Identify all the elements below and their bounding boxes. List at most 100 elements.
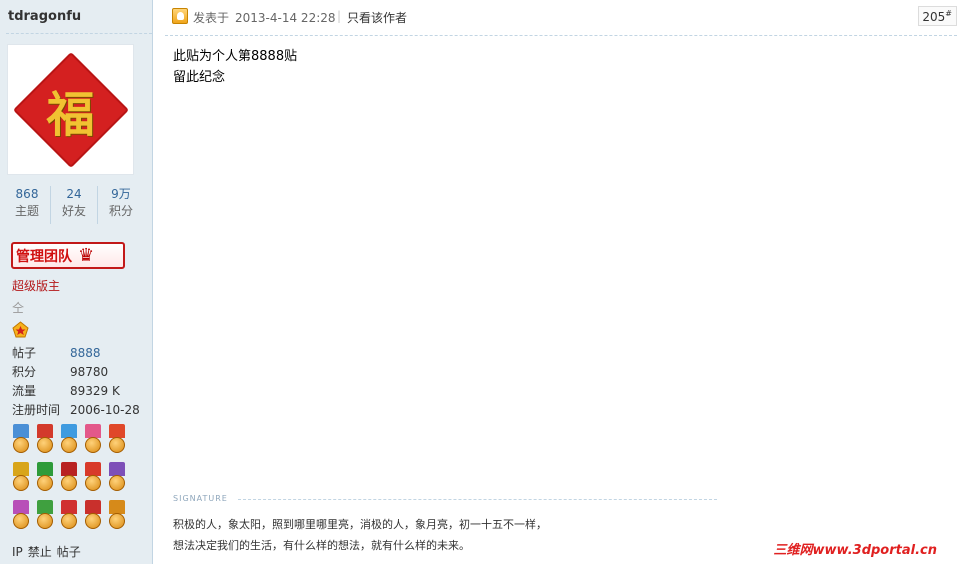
- medal-icon[interactable]: [82, 424, 104, 458]
- medal-icon[interactable]: [106, 500, 128, 534]
- info-row-points: 积分 98780: [12, 363, 147, 382]
- medal-disc: [61, 475, 77, 491]
- post-content: 此贴为个人第8888贴 留此纪念: [173, 46, 297, 88]
- medal-ribbon: [109, 462, 125, 476]
- crown-icon: ♛: [78, 245, 95, 266]
- medal-ribbon: [109, 500, 125, 514]
- floor-mark: #: [945, 9, 952, 18]
- info-key: 帖子: [12, 346, 37, 360]
- medal-disc: [37, 475, 53, 491]
- post-header: 发表于 2013-4-14 22:28 | 只看该作者 205#: [165, 0, 957, 36]
- avatar[interactable]: 福: [7, 44, 134, 175]
- stat-label: 主题: [14, 204, 39, 218]
- stat-value: 24: [66, 187, 82, 201]
- stat-value: 868: [15, 187, 39, 201]
- post-timestamp: 2013-4-14 22:28: [235, 11, 336, 25]
- signature: 积极的人，象太阳，照到哪里哪里亮，消极的人，象月亮，初一十五不一样， 想法决定我…: [173, 514, 547, 556]
- medal-ribbon: [109, 424, 125, 438]
- medal-disc: [85, 475, 101, 491]
- medal-icon[interactable]: [58, 424, 80, 458]
- avatar-char: 福: [46, 86, 95, 143]
- medal-disc: [85, 513, 101, 529]
- rank-sub: 仝: [12, 301, 25, 315]
- floor-value: 205: [922, 10, 946, 24]
- medal-ribbon: [37, 424, 53, 438]
- posts-link[interactable]: 帖子: [57, 545, 81, 559]
- divider: [6, 33, 152, 34]
- medal-icon[interactable]: [34, 500, 56, 534]
- medal-icon[interactable]: [58, 500, 80, 534]
- medal-icon[interactable]: [82, 462, 104, 496]
- medal-ribbon: [13, 424, 29, 438]
- signature-line: 积极的人，象太阳，照到哪里哪里亮，消极的人，象月亮，初一十五不一样，: [173, 518, 547, 531]
- medal-ribbon: [61, 424, 77, 438]
- medal-icon[interactable]: [106, 424, 128, 458]
- medal-ribbon: [13, 500, 29, 514]
- ban-link[interactable]: 禁止: [28, 545, 52, 559]
- stat-value: 9万: [111, 187, 131, 201]
- medal-disc: [37, 513, 53, 529]
- only-author-link[interactable]: 只看该作者: [347, 9, 407, 26]
- medal-disc: [109, 475, 125, 491]
- info-value: 2006-10-28: [70, 403, 140, 417]
- medal-ribbon: [61, 500, 77, 514]
- separator: |: [337, 9, 342, 23]
- medal-icon[interactable]: [10, 462, 32, 496]
- signature-divider: [238, 499, 717, 500]
- watermark-url: www.3dportal.cn: [812, 543, 937, 558]
- management-team-badge: 管理团队 ♛: [11, 242, 125, 269]
- medal-icon[interactable]: [58, 462, 80, 496]
- info-value-posts[interactable]: 8888: [70, 344, 101, 363]
- moderator-actions: IP 禁止 帖子: [12, 543, 86, 560]
- medal-ribbon: [37, 462, 53, 476]
- stat-topics[interactable]: 868 主题: [4, 186, 51, 224]
- medal-ribbon: [85, 462, 101, 476]
- author-username[interactable]: tdragonfu: [8, 9, 81, 24]
- medal-icon[interactable]: [10, 424, 32, 458]
- stat-label: 好友: [61, 204, 86, 218]
- info-value: 98780: [70, 365, 109, 379]
- content-line: 此贴为个人第8888贴: [173, 49, 298, 64]
- medal-icon[interactable]: [106, 462, 128, 496]
- info-row-traffic: 流量 89329 K: [12, 382, 147, 401]
- info-key: 积分: [12, 365, 37, 379]
- medal-disc: [85, 437, 101, 453]
- info-row-posts: 帖子 8888: [12, 344, 147, 363]
- floor-number[interactable]: 205#: [918, 6, 957, 26]
- watermark-cn: 三维网: [773, 543, 813, 558]
- author-sidebar: tdragonfu 福 868 主题 24 好友 9万 积分 管理团队 ♛ 超级…: [0, 0, 153, 564]
- medal-icon[interactable]: [10, 500, 32, 534]
- stat-points[interactable]: 9万 积分: [98, 186, 144, 224]
- medal-grid: [10, 424, 140, 538]
- info-key: 流量: [12, 384, 37, 398]
- medal-disc: [109, 437, 125, 453]
- rank-star-icon: [12, 321, 29, 338]
- medal-ribbon: [13, 462, 29, 476]
- ip-link[interactable]: IP: [12, 545, 23, 559]
- signature-line: 想法决定我们的生活，有什么样的想法，就有什么样的未来。: [173, 539, 470, 552]
- medal-disc: [109, 513, 125, 529]
- medal-disc: [13, 475, 29, 491]
- info-value: 89329 K: [70, 384, 120, 398]
- stat-label: 积分: [108, 204, 133, 218]
- content-line: 留此纪念: [173, 70, 226, 85]
- post-time: 发表于 2013-4-14 22:28: [193, 9, 336, 26]
- stat-friends[interactable]: 24 好友: [51, 186, 98, 224]
- medal-icon[interactable]: [82, 500, 104, 534]
- medal-ribbon: [61, 462, 77, 476]
- medal-disc: [37, 437, 53, 453]
- medal-ribbon: [85, 424, 101, 438]
- author-stats: 868 主题 24 好友 9万 积分: [4, 186, 144, 224]
- info-row-registered: 注册时间 2006-10-28: [12, 401, 147, 420]
- medal-disc: [61, 513, 77, 529]
- site-watermark: 三维网www.3dportal.cn: [774, 539, 938, 558]
- medal-disc: [13, 513, 29, 529]
- info-key: 注册时间: [12, 403, 61, 417]
- signature-label: SIGNATURE: [173, 494, 228, 503]
- online-user-icon: [172, 8, 188, 24]
- medal-disc: [61, 437, 77, 453]
- medal-icon[interactable]: [34, 424, 56, 458]
- user-rank[interactable]: 超级版主: [12, 277, 60, 294]
- medal-icon[interactable]: [34, 462, 56, 496]
- team-badge-label: 管理团队: [16, 248, 72, 265]
